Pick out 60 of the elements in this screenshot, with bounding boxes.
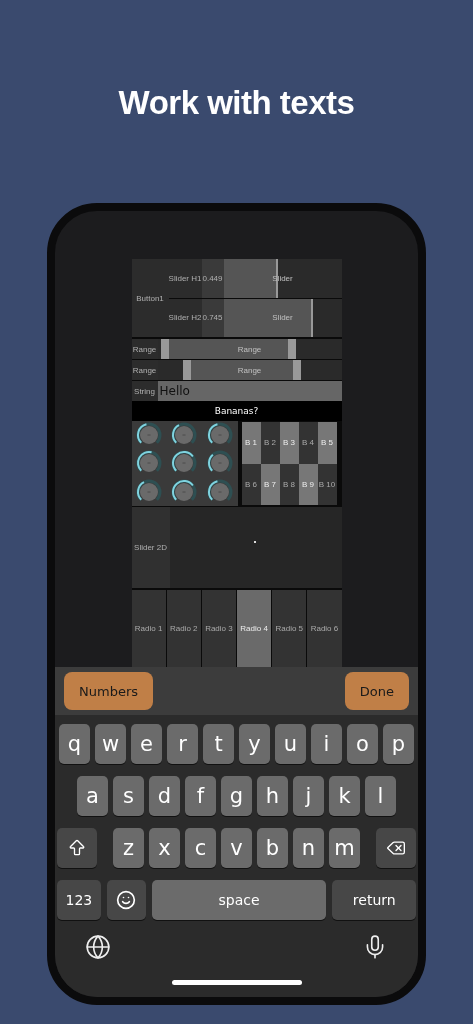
shift-icon [67,838,87,858]
letter-key[interactable]: w [95,724,126,764]
letter-key[interactable]: e [131,724,162,764]
page-title: Work with texts [118,84,355,123]
letter-key[interactable]: y [239,724,270,764]
section-title: Bananas? [131,401,342,421]
letter-key[interactable]: g [221,776,252,816]
letter-key[interactable]: o [347,724,378,764]
push-button[interactable]: Button1 [131,259,169,337]
range-slider[interactable]: Range [157,360,342,380]
radio-button[interactable]: Radio 6 [307,590,342,667]
letter-key[interactable]: d [149,776,180,816]
return-key[interactable]: return [332,880,416,920]
shift-key[interactable] [57,828,97,868]
letter-key[interactable]: c [185,828,216,868]
range-label: Range [131,360,158,380]
letter-key[interactable]: x [149,828,180,868]
backspace-key[interactable] [376,828,416,868]
slider-value: 0.745 [201,298,224,337]
toolbar-button[interactable]: Numbers [64,672,153,710]
radio-button[interactable]: Radio 1 [131,590,166,667]
pad-label: Slider 2D [131,507,170,588]
letter-key[interactable]: s [113,776,144,816]
letter-key[interactable]: j [293,776,324,816]
smiley-icon [116,890,137,910]
numbers-key[interactable]: 123 [57,880,101,920]
letter-key[interactable]: r [167,724,198,764]
string-label: String [131,381,158,401]
letter-key[interactable]: m [329,828,360,868]
letter-key[interactable]: u [275,724,306,764]
letter-key[interactable]: l [365,776,396,816]
letter-key[interactable]: p [383,724,414,764]
radio-button[interactable]: Radio 5 [272,590,307,667]
letter-key[interactable]: k [329,776,360,816]
slider-label: Slider H2 [168,298,202,337]
toggle-button[interactable]: B 1 [241,422,261,464]
toolbar-button[interactable]: Done [344,672,409,710]
slider[interactable]: Slider [223,298,342,337]
radio-button[interactable]: Radio 4 [237,590,272,667]
toggle-button[interactable]: B 6 [241,463,261,505]
slider-label: Slider H1 [168,259,202,298]
letter-key[interactable]: v [221,828,252,868]
letter-key[interactable]: z [113,828,144,868]
range-slider[interactable]: Range [157,339,342,359]
range-label: Range [131,339,158,359]
letter-key[interactable]: t [203,724,234,764]
letter-key[interactable]: h [257,776,288,816]
letter-key[interactable]: f [185,776,216,816]
letter-key[interactable]: n [293,828,324,868]
emoji-key[interactable] [106,880,146,920]
letter-key[interactable]: q [59,724,90,764]
letter-key[interactable]: a [77,776,108,816]
slider-value: 0.449 [201,259,224,298]
radio-button[interactable]: Radio 2 [166,590,201,667]
radio-button[interactable]: Radio 3 [201,590,236,667]
globe-icon[interactable] [85,934,111,960]
letter-key[interactable]: i [311,724,342,764]
letter-key[interactable]: b [257,828,288,868]
text-field[interactable]: Hello [157,381,342,401]
space-key[interactable]: space [151,880,327,920]
